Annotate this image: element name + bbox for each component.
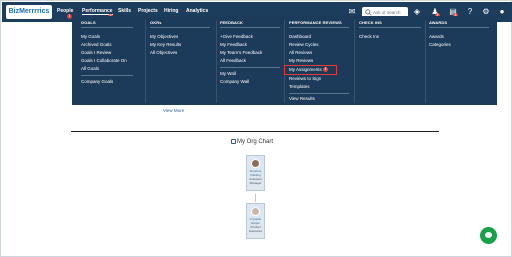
avatar: [251, 207, 260, 216]
avatar: [251, 159, 260, 168]
chat-button[interactable]: [480, 227, 497, 244]
menu-item-review-cycles[interactable]: Review Cycles: [289, 42, 319, 47]
my-assignments-highlight: [284, 65, 337, 75]
org-card-role: Product Executive: [248, 225, 262, 233]
menu-item-all-reviews[interactable]: All Reviews: [289, 50, 312, 55]
menu-divider: [425, 20, 426, 103]
menu-item-my-wall[interactable]: My Wall: [220, 71, 236, 76]
app-logo[interactable]: BizMerrrrics: [6, 5, 52, 19]
org-card-name: Crystelle Harper: [249, 217, 262, 225]
menu-item-all-objectives[interactable]: All Objectives: [150, 50, 177, 55]
nav-skills[interactable]: Skills: [118, 8, 131, 14]
menu-item-reviews-to-sign[interactable]: Reviews to Sign: [289, 76, 321, 81]
feedback-divider: [220, 27, 280, 28]
menu-item-archived-goals[interactable]: Archived Goals: [81, 42, 112, 47]
nav-analytics[interactable]: Analytics: [186, 8, 208, 14]
menu-item-all-goals[interactable]: All Goals: [81, 66, 99, 71]
avatar-icon[interactable]: ●: [497, 7, 507, 17]
org-chart-title-text: My Org Chart: [237, 139, 274, 146]
menu-item-give-feedback[interactable]: +Give Feedback: [220, 34, 253, 39]
menu-item-dashboard[interactable]: Dashboard: [289, 34, 311, 39]
menu-item-my-teams-feedback[interactable]: My Team's Feedback: [220, 50, 262, 55]
menu-item-my-goals[interactable]: My Goals: [81, 34, 100, 39]
nav-people[interactable]: People: [57, 8, 73, 14]
nav-hiring[interactable]: Hiring: [164, 8, 178, 14]
menu-divider: [216, 20, 217, 103]
awards-divider: [429, 27, 489, 28]
performance-reviews-divider: [289, 27, 349, 28]
checkins-divider: [359, 27, 421, 28]
performance-reviews-divider-2: [289, 93, 349, 94]
performance-dropdown-menu: GOALS My Goals Archived Goals Goals I Re…: [72, 16, 497, 105]
search-placeholder: Ask or search: [373, 10, 401, 15]
menu-item-goals-i-collaborate-on[interactable]: Goals I Collaborate On: [81, 58, 127, 63]
org-card-manager[interactable]: Florence Fielding Assistant Manager: [246, 155, 265, 191]
menu-divider: [145, 20, 146, 103]
menu-item-categories[interactable]: Categories: [429, 42, 451, 47]
org-chart-title: My Org Chart: [231, 139, 273, 145]
menu-divider: [284, 20, 285, 103]
menu-item-all-feedback[interactable]: All Feedback: [220, 58, 246, 63]
okrs-divider: [150, 27, 210, 28]
menu-item-my-reviews[interactable]: My Reviews: [289, 58, 313, 63]
view-more-link[interactable]: View More: [163, 108, 184, 113]
chat-icon: [485, 232, 492, 238]
menu-item-my-key-results[interactable]: My Key Results: [150, 42, 181, 47]
menu-item-my-objectives[interactable]: My Objectives: [150, 34, 178, 39]
menu-item-check-ins[interactable]: Check Ins: [359, 34, 379, 39]
menu-item-my-feedback[interactable]: My Feedback: [220, 42, 247, 47]
nav-projects[interactable]: Projects: [138, 8, 158, 14]
search-icon: [365, 9, 372, 16]
feedback-divider-2: [220, 67, 280, 68]
menu-item-goals-i-review[interactable]: Goals I Review: [81, 50, 111, 55]
org-chart-icon: [231, 139, 236, 144]
org-card-role: Assistant Manager: [249, 177, 262, 185]
org-card-name: Florence Fielding: [249, 169, 262, 177]
org-card-self[interactable]: Crystelle Harper Product Executive: [246, 203, 265, 239]
menu-item-company-goals[interactable]: Company Goals: [81, 79, 113, 84]
goals-divider-2: [81, 75, 133, 76]
menu-item-templates[interactable]: Templates: [289, 84, 310, 89]
menu-divider: [354, 20, 355, 103]
goals-divider: [81, 27, 133, 28]
app-window: BizMerrrrics People 1 Performance 2 Skil…: [0, 0, 512, 257]
section-divider: [71, 131, 439, 132]
menu-item-awards[interactable]: Awards: [429, 34, 444, 39]
menu-item-company-wall[interactable]: Company Wall: [220, 79, 249, 84]
org-connector: [255, 194, 256, 202]
menu-item-view-results[interactable]: View Results: [289, 96, 315, 101]
